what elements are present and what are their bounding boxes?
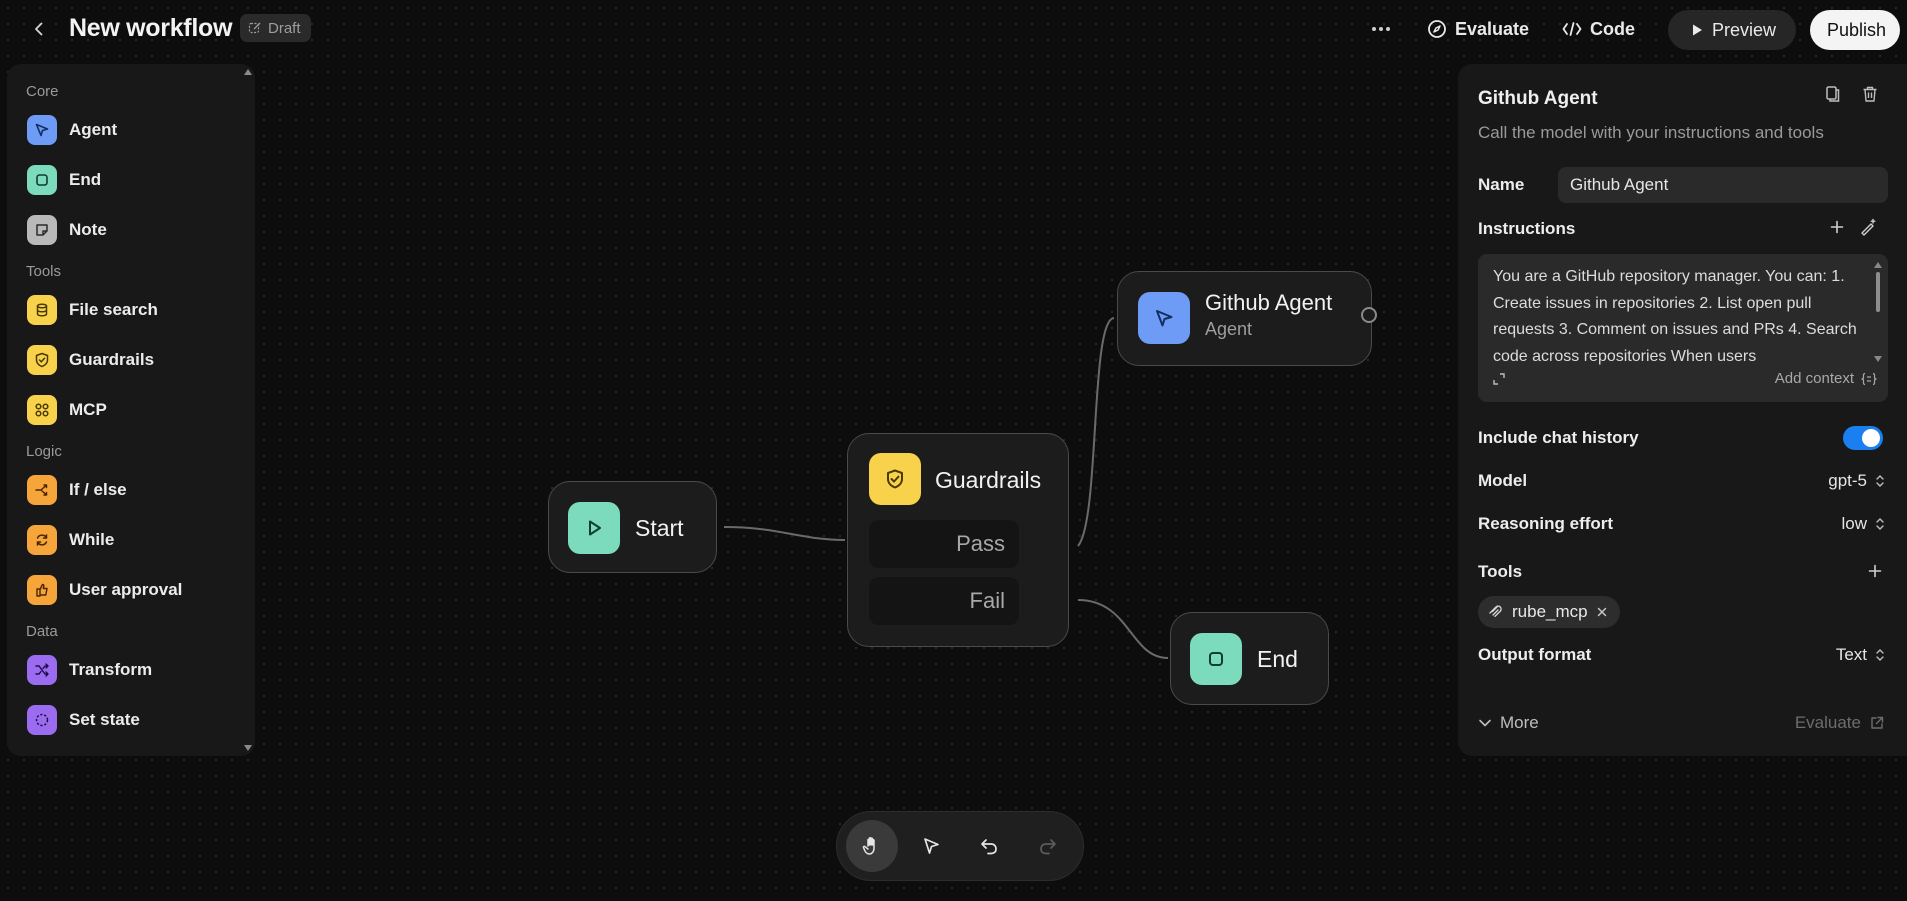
cursor-icon xyxy=(1138,292,1190,344)
guardrails-pass-branch[interactable]: Pass xyxy=(869,520,1019,568)
edge-fail-end xyxy=(1077,599,1169,659)
play-icon xyxy=(568,502,620,554)
reasoning-select[interactable]: low xyxy=(1841,514,1885,534)
guardrails-node[interactable]: Guardrails Pass Fail xyxy=(847,433,1069,647)
guardrails-node-label: Guardrails xyxy=(935,467,1042,493)
pointer-tool-button[interactable] xyxy=(905,820,957,872)
stop-icon xyxy=(1190,633,1242,685)
pointer-icon xyxy=(923,838,939,854)
tools-label: Tools xyxy=(1478,562,1523,581)
instructions-text: You are a GitHub repository manager. You… xyxy=(1493,268,1857,365)
end-node[interactable]: End xyxy=(1170,612,1329,705)
more-toggle[interactable]: More xyxy=(1478,713,1539,733)
agent-node-label: Github Agent xyxy=(1205,290,1333,315)
plus-icon[interactable] xyxy=(1829,219,1845,235)
evaluate-link-label: Evaluate xyxy=(1794,713,1861,732)
inspector-panel: Github Agent Call the model with your in… xyxy=(1458,64,1907,756)
canvas-toolbar xyxy=(836,811,1084,881)
copy-icon[interactable] xyxy=(1824,85,1842,103)
chevron-updown-icon xyxy=(1876,518,1884,530)
remove-icon[interactable] xyxy=(1596,606,1608,618)
start-node-label: Start xyxy=(635,515,684,541)
model-value: gpt-5 xyxy=(1828,471,1867,490)
inspector-subtitle: Call the model with your instructions an… xyxy=(1478,123,1824,142)
reasoning-value: low xyxy=(1841,514,1867,533)
evaluate-link[interactable]: Evaluate xyxy=(1795,713,1885,733)
github-agent-node[interactable]: Github Agent Agent xyxy=(1117,271,1377,366)
chevron-down-icon xyxy=(1479,719,1491,727)
trash-icon[interactable] xyxy=(1861,85,1879,103)
end-node-label: End xyxy=(1257,646,1298,672)
instructions-scrollbar[interactable] xyxy=(1874,262,1882,362)
chat-history-label: Include chat history xyxy=(1478,428,1639,447)
output-format-label: Output format xyxy=(1478,645,1592,664)
tool-chip-label: rube_mcp xyxy=(1512,602,1588,621)
redo-icon xyxy=(1039,839,1056,855)
tool-chip[interactable]: rube_mcp xyxy=(1478,596,1620,628)
chat-history-toggle[interactable] xyxy=(1843,426,1883,450)
model-label: Model xyxy=(1478,471,1528,490)
start-node[interactable]: Start xyxy=(548,481,717,573)
magic-edit-icon[interactable] xyxy=(1859,218,1877,236)
chevron-updown-icon xyxy=(1876,649,1884,661)
add-tool-icon[interactable] xyxy=(1867,563,1883,579)
inspector-title: Github Agent xyxy=(1478,88,1598,109)
reasoning-label: Reasoning effort xyxy=(1478,514,1614,533)
shield-icon xyxy=(869,453,921,505)
instructions-textarea[interactable]: You are a GitHub repository manager. You… xyxy=(1478,254,1888,402)
more-label: More xyxy=(1500,713,1539,732)
external-link-icon xyxy=(1871,716,1884,729)
add-context-button[interactable]: Add context xyxy=(1775,370,1878,387)
name-field[interactable]: Github Agent xyxy=(1558,167,1888,203)
hand-icon xyxy=(862,837,875,855)
output-format-value: Text xyxy=(1835,645,1867,664)
chevron-updown-icon xyxy=(1876,475,1884,487)
name-label: Name xyxy=(1478,175,1525,194)
redo-button[interactable] xyxy=(1022,820,1074,872)
expand-icon[interactable] xyxy=(1492,372,1506,386)
mcp-tool-icon xyxy=(1489,605,1502,618)
instructions-label: Instructions xyxy=(1478,219,1576,238)
undo-button[interactable] xyxy=(963,820,1015,872)
add-context-label: Add context xyxy=(1774,370,1854,387)
hand-tool-button[interactable] xyxy=(846,820,899,872)
edge-pass-agent xyxy=(1077,317,1115,547)
undo-icon xyxy=(981,839,998,855)
edge-start-guardrails xyxy=(723,526,846,541)
guardrails-fail-branch[interactable]: Fail xyxy=(869,577,1019,625)
agent-node-sublabel: Agent xyxy=(1205,319,1253,339)
variable-braces-icon xyxy=(1861,372,1877,385)
output-handle[interactable] xyxy=(1361,307,1377,323)
model-select[interactable]: gpt-5 xyxy=(1828,471,1885,491)
output-format-select[interactable]: Text xyxy=(1836,645,1885,665)
